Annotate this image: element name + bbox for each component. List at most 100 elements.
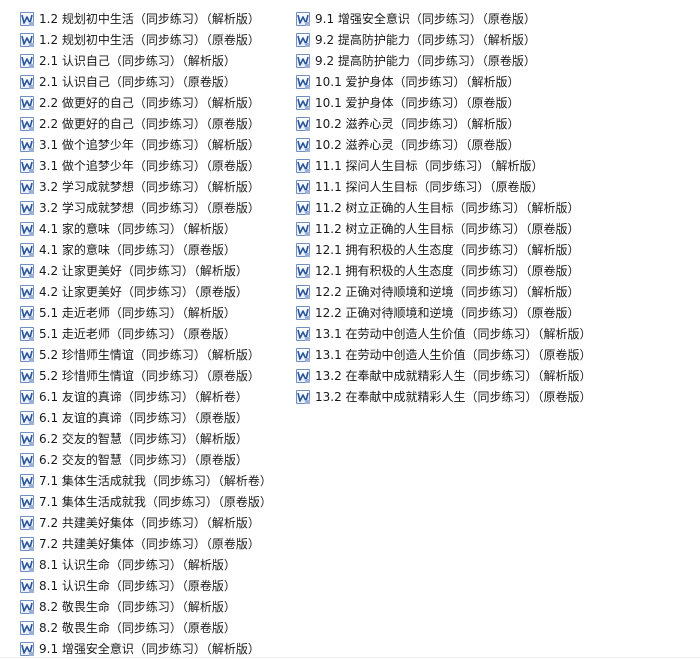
file-name: 10.1 爱护身体（同步练习）（原卷版） xyxy=(315,96,520,110)
file-name: 6.2 交友的智慧（同步练习）（解析版） xyxy=(39,432,248,446)
word-document-icon xyxy=(20,578,34,593)
file-name: 10.1 爱护身体（同步练习）（解析版） xyxy=(315,75,520,89)
word-document-icon xyxy=(20,620,34,635)
file-item[interactable]: 2.2 做更好的自己（同步练习）（原卷版） xyxy=(20,113,272,134)
file-item[interactable]: 3.1 做个追梦少年（同步练习）（原卷版） xyxy=(20,155,272,176)
word-document-icon xyxy=(296,95,310,110)
word-document-icon xyxy=(20,536,34,551)
file-item[interactable]: 6.2 交友的智慧（同步练习）（解析版） xyxy=(20,428,272,449)
file-name: 10.2 滋养心灵（同步练习）（原卷版） xyxy=(315,138,520,152)
file-name: 9.1 增强安全意识（同步练习）（解析版） xyxy=(39,642,260,656)
word-document-icon xyxy=(20,431,34,446)
file-name: 5.2 珍惜师生情谊（同步练习）（原卷版） xyxy=(39,369,260,383)
file-list-left-column: 1.2 规划初中生活（同步练习）（解析版） 1.2 规划初中生活（同步练习）（原卷… xyxy=(20,8,272,659)
file-item[interactable]: 9.1 增强安全意识（同步练习）（解析版） xyxy=(20,638,272,659)
file-item[interactable]: 3.2 学习成就梦想（同步练习）（解析版） xyxy=(20,176,272,197)
file-item[interactable]: 9.1 增强安全意识（同步练习）（原卷版） xyxy=(296,8,592,29)
file-name: 13.2 在奉献中成就精彩人生（同步练习）（解析版） xyxy=(315,369,592,383)
file-item[interactable]: 2.2 做更好的自己（同步练习）（解析版） xyxy=(20,92,272,113)
file-item[interactable]: 13.2 在奉献中成就精彩人生（同步练习）（原卷版） xyxy=(296,386,592,407)
file-item[interactable]: 4.1 家的意味（同步练习）（原卷版） xyxy=(20,239,272,260)
file-item[interactable]: 8.1 认识生命（同步练习）（原卷版） xyxy=(20,575,272,596)
file-item[interactable]: 12.2 正确对待顺境和逆境（同步练习）（原卷版） xyxy=(296,302,592,323)
file-item[interactable]: 3.1 做个追梦少年（同步练习）（解析版） xyxy=(20,134,272,155)
file-item[interactable]: 8.2 敬畏生命（同步练习）（解析版） xyxy=(20,596,272,617)
word-document-icon xyxy=(20,179,34,194)
file-item[interactable]: 12.1 拥有积极的人生态度（同步练习）（解析版） xyxy=(296,239,592,260)
file-name: 6.1 友谊的真谛（同步练习）（原卷版） xyxy=(39,411,248,425)
word-document-icon xyxy=(20,557,34,572)
file-item[interactable]: 13.1 在劳动中创造人生价值（同步练习）（解析版） xyxy=(296,323,592,344)
file-name: 5.1 走近老师（同步练习）（解析版） xyxy=(39,306,236,320)
file-name: 2.2 做更好的自己（同步练习）（解析版） xyxy=(39,96,260,110)
file-item[interactable]: 8.1 认识生命（同步练习）（解析版） xyxy=(20,554,272,575)
file-name: 2.2 做更好的自己（同步练习）（原卷版） xyxy=(39,117,260,131)
word-document-icon xyxy=(20,137,34,152)
file-item[interactable]: 8.2 敬畏生命（同步练习）（原卷版） xyxy=(20,617,272,638)
file-item[interactable]: 9.2 提高防护能力（同步练习）（原卷版） xyxy=(296,50,592,71)
file-name: 12.1 拥有积极的人生态度（同步练习）（解析版） xyxy=(315,243,580,257)
word-document-icon xyxy=(296,389,310,404)
word-document-icon xyxy=(296,74,310,89)
file-name: 13.1 在劳动中创造人生价值（同步练习）（解析版） xyxy=(315,327,592,341)
file-item[interactable]: 10.1 爱护身体（同步练习）（原卷版） xyxy=(296,92,592,113)
file-item[interactable]: 4.1 家的意味（同步练习）（解析版） xyxy=(20,218,272,239)
file-item[interactable]: 5.2 珍惜师生情谊（同步练习）（解析版） xyxy=(20,344,272,365)
file-name: 11.1 探问人生目标（同步练习）（解析版） xyxy=(315,159,544,173)
file-name: 11.2 树立正确的人生目标（同步练习）（解析版） xyxy=(315,201,580,215)
word-document-icon xyxy=(20,11,34,26)
file-name: 2.1 认识自己（同步练习）（解析版） xyxy=(39,54,236,68)
file-name: 7.1 集体生活成就我（同步练习）（原卷版） xyxy=(39,495,272,509)
file-item[interactable]: 2.1 认识自己（同步练习）（解析版） xyxy=(20,50,272,71)
file-item[interactable]: 9.2 提高防护能力（同步练习）（解析版） xyxy=(296,29,592,50)
word-document-icon xyxy=(20,95,34,110)
file-name: 4.2 让家更美好（同步练习）（原卷版） xyxy=(39,285,248,299)
file-name: 9.2 提高防护能力（同步练习）（解析版） xyxy=(315,33,536,47)
file-item[interactable]: 7.2 共建美好集体（同步练习）（解析版） xyxy=(20,512,272,533)
file-item[interactable]: 11.2 树立正确的人生目标（同步练习）（解析版） xyxy=(296,197,592,218)
file-item[interactable]: 7.2 共建美好集体（同步练习）（原卷版） xyxy=(20,533,272,554)
word-document-icon xyxy=(296,179,310,194)
file-item[interactable]: 5.2 珍惜师生情谊（同步练习）（原卷版） xyxy=(20,365,272,386)
file-name: 3.2 学习成就梦想（同步练习）（解析版） xyxy=(39,180,260,194)
file-item[interactable]: 4.2 让家更美好（同步练习）（解析版） xyxy=(20,260,272,281)
file-item[interactable]: 10.1 爱护身体（同步练习）（解析版） xyxy=(296,71,592,92)
file-item[interactable]: 13.1 在劳动中创造人生价值（同步练习）（原卷版） xyxy=(296,344,592,365)
file-name: 7.2 共建美好集体（同步练习）（原卷版） xyxy=(39,537,260,551)
word-document-icon xyxy=(296,200,310,215)
word-document-icon xyxy=(20,284,34,299)
file-name: 3.2 学习成就梦想（同步练习）（原卷版） xyxy=(39,201,260,215)
file-item[interactable]: 2.1 认识自己（同步练习）（原卷版） xyxy=(20,71,272,92)
file-item[interactable]: 12.2 正确对待顺境和逆境（同步练习）（解析版） xyxy=(296,281,592,302)
file-item[interactable]: 13.2 在奉献中成就精彩人生（同步练习）（解析版） xyxy=(296,365,592,386)
file-name: 5.2 珍惜师生情谊（同步练习）（解析版） xyxy=(39,348,260,362)
word-document-icon xyxy=(296,158,310,173)
word-document-icon xyxy=(20,368,34,383)
file-item[interactable]: 6.2 交友的智慧（同步练习）（原卷版） xyxy=(20,449,272,470)
file-name: 9.2 提高防护能力（同步练习）（原卷版） xyxy=(315,54,536,68)
file-name: 6.1 友谊的真谛（同步练习）（解析卷） xyxy=(39,390,248,404)
word-document-icon xyxy=(296,284,310,299)
file-item[interactable]: 6.1 友谊的真谛（同步练习）（原卷版） xyxy=(20,407,272,428)
file-item[interactable]: 7.1 集体生活成就我（同步练习）（解析卷） xyxy=(20,470,272,491)
file-item[interactable]: 11.2 树立正确的人生目标（同步练习）（原卷版） xyxy=(296,218,592,239)
word-document-icon xyxy=(296,11,310,26)
file-item[interactable]: 5.1 走近老师（同步练习）（解析版） xyxy=(20,302,272,323)
file-item[interactable]: 4.2 让家更美好（同步练习）（原卷版） xyxy=(20,281,272,302)
file-item[interactable]: 10.2 滋养心灵（同步练习）（解析版） xyxy=(296,113,592,134)
file-item[interactable]: 1.2 规划初中生活（同步练习）（原卷版） xyxy=(20,29,272,50)
file-item[interactable]: 1.2 规划初中生活（同步练习）（解析版） xyxy=(20,8,272,29)
file-item[interactable]: 12.1 拥有积极的人生态度（同步练习）（原卷版） xyxy=(296,260,592,281)
file-name: 8.1 认识生命（同步练习）（解析版） xyxy=(39,558,236,572)
file-item[interactable]: 3.2 学习成就梦想（同步练习）（原卷版） xyxy=(20,197,272,218)
file-item[interactable]: 5.1 走近老师（同步练习）（原卷版） xyxy=(20,323,272,344)
file-item[interactable]: 11.1 探问人生目标（同步练习）（解析版） xyxy=(296,155,592,176)
file-name: 8.2 敬畏生命（同步练习）（原卷版） xyxy=(39,621,236,635)
word-document-icon xyxy=(296,53,310,68)
file-item[interactable]: 7.1 集体生活成就我（同步练习）（原卷版） xyxy=(20,491,272,512)
file-name: 4.2 让家更美好（同步练习）（解析版） xyxy=(39,264,248,278)
word-document-icon xyxy=(20,305,34,320)
file-item[interactable]: 11.1 探问人生目标（同步练习）（原卷版） xyxy=(296,176,592,197)
file-item[interactable]: 10.2 滋养心灵（同步练习）（原卷版） xyxy=(296,134,592,155)
file-item[interactable]: 6.1 友谊的真谛（同步练习）（解析卷） xyxy=(20,386,272,407)
